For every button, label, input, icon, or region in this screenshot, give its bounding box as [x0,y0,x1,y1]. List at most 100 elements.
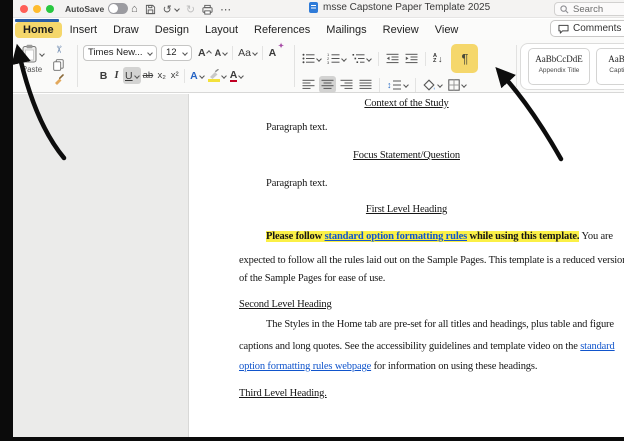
group-divider [516,45,517,87]
fullscreen-button[interactable] [46,5,54,13]
font-color-letter: A [229,68,238,82]
formatting-rules-link[interactable]: standard option formatting rules [324,231,467,242]
tab-design[interactable]: Design [147,22,197,38]
text-effects-button[interactable]: A [188,67,206,84]
style-card-caption-above[interactable]: AaBbCcD Caption Abo [596,48,624,85]
superscript-button[interactable]: x² [168,67,181,84]
font-color-chevron-icon [238,72,245,79]
style-card-appendix-title[interactable]: AaBbCcDdE Appendix Title [528,48,590,85]
mini-divider [378,51,379,66]
borders-grid-icon [447,78,460,91]
justify-icon [359,79,372,89]
italic-button[interactable]: I [110,67,123,84]
undo-button[interactable]: ↺ [163,3,180,16]
underline-chevron-icon [133,72,140,79]
underline-button[interactable]: U [123,67,141,84]
undo-chevron-icon [174,6,180,12]
multilevel-list-button[interactable] [350,50,373,67]
tab-review[interactable]: Review [375,22,427,38]
heading-focus-statement: Focus Statement/Question [353,150,460,161]
tab-references[interactable]: References [246,22,318,38]
group-divider [294,45,295,87]
document-page[interactable]: Context of the Study Paragraph text. Foc… [188,94,624,437]
borders-chevron-icon [460,81,467,88]
search-icon [560,4,569,13]
increase-indent-button[interactable] [403,50,420,67]
align-center-button[interactable] [319,76,336,93]
borders-button[interactable] [446,76,468,93]
highlight-lead-text: Please follow [266,231,325,242]
home-icon[interactable]: ⌂ [131,3,138,15]
format-painter-button[interactable] [53,73,64,86]
search-field[interactable]: Search [554,2,624,16]
line-spacing-button[interactable]: ↕ [385,76,410,93]
change-case-label: Aa [238,46,251,59]
text-effects-letter: A [190,69,198,82]
body-text: captions and long quotes. See the access… [239,341,581,352]
highlight-trail-text: while using this template. [467,231,580,242]
tab-layout[interactable]: Layout [197,22,246,38]
search-placeholder: Search [573,3,604,15]
autosave-toggle[interactable] [108,3,129,14]
body-line: The Styles in the Home tab are pre-set f… [266,319,614,330]
show-paragraph-marks-button[interactable]: ¶ [451,44,479,73]
copy-icon [53,58,64,71]
subscript-button[interactable]: x₂ [155,67,168,84]
font-color-button[interactable]: A [228,67,246,84]
change-case-button[interactable]: Aa [236,44,259,61]
justify-button[interactable] [357,76,374,93]
autosave-label: AutoSave [65,3,105,14]
strikethrough-button[interactable]: ab [141,67,156,84]
tab-mailings[interactable]: Mailings [318,22,374,38]
mini-divider [414,77,416,92]
shading-button[interactable] [421,76,444,93]
paste-button[interactable]: Paste [17,44,47,74]
tab-draw[interactable]: Draw [105,22,147,38]
tab-home[interactable]: Home [15,21,62,38]
redo-button[interactable]: ↻ [186,3,195,16]
comments-button[interactable]: Comments [550,20,624,37]
save-icon[interactable] [145,4,156,15]
body-line: of the Sample Pages for ease of use. [239,273,386,284]
sort-button[interactable]: AZ ↓ [431,50,444,67]
align-left-button[interactable] [300,76,317,93]
standard-link[interactable]: standard [580,341,615,352]
highlight-chevron-icon [220,72,227,79]
bold-letter: B [99,69,108,82]
traffic-lights [20,5,54,13]
shrink-font-button[interactable]: A [213,44,230,61]
font-size-select[interactable]: 12 [161,44,192,61]
more-options-icon[interactable]: ⋯ [220,3,231,16]
grow-font-letter: A [198,46,206,59]
grow-font-button[interactable]: A [196,44,213,61]
clear-format-letter: A [268,46,277,59]
print-icon[interactable] [202,4,213,15]
highlighter-icon [207,69,220,82]
cut-button[interactable]: ✂ [53,43,64,56]
tab-view[interactable]: View [427,22,467,38]
paint-bucket-icon [422,78,435,91]
bullet-list-icon [302,53,315,64]
numbered-list-button[interactable]: 123 [325,50,348,67]
line-spacing-lines-icon [392,80,401,89]
font-name-select[interactable]: Times New... [83,44,157,61]
align-right-button[interactable] [338,76,355,93]
bold-button[interactable]: B [97,67,110,84]
webpage-link[interactable]: option formatting rules webpage [239,361,371,372]
shrink-font-letter: A [214,47,222,58]
highlighted-instruction-line: Please follow standard option formatting… [266,231,613,242]
clear-formatting-button[interactable]: A ✦ [266,43,284,61]
bullet-list-button[interactable] [300,50,323,67]
font-group: Times New... 12 A A Aa A ✦ B I U ab x₂ x²… [83,40,292,93]
align-center-icon [321,79,334,89]
style-sample-text: AaBbCcDdE [535,54,583,64]
text-highlight-button[interactable] [206,67,228,84]
decrease-indent-button[interactable] [384,50,401,67]
copy-button[interactable] [53,58,64,71]
highlight-color-bar [207,79,220,82]
minimize-button[interactable] [33,5,41,13]
close-button[interactable] [20,5,28,13]
word-window: AutoSave ⌂ ↺ ↻ ⋯ msse Capstone Paper Tem… [13,0,624,437]
font-size-chevron-icon [182,49,188,56]
tab-insert[interactable]: Insert [62,22,106,38]
